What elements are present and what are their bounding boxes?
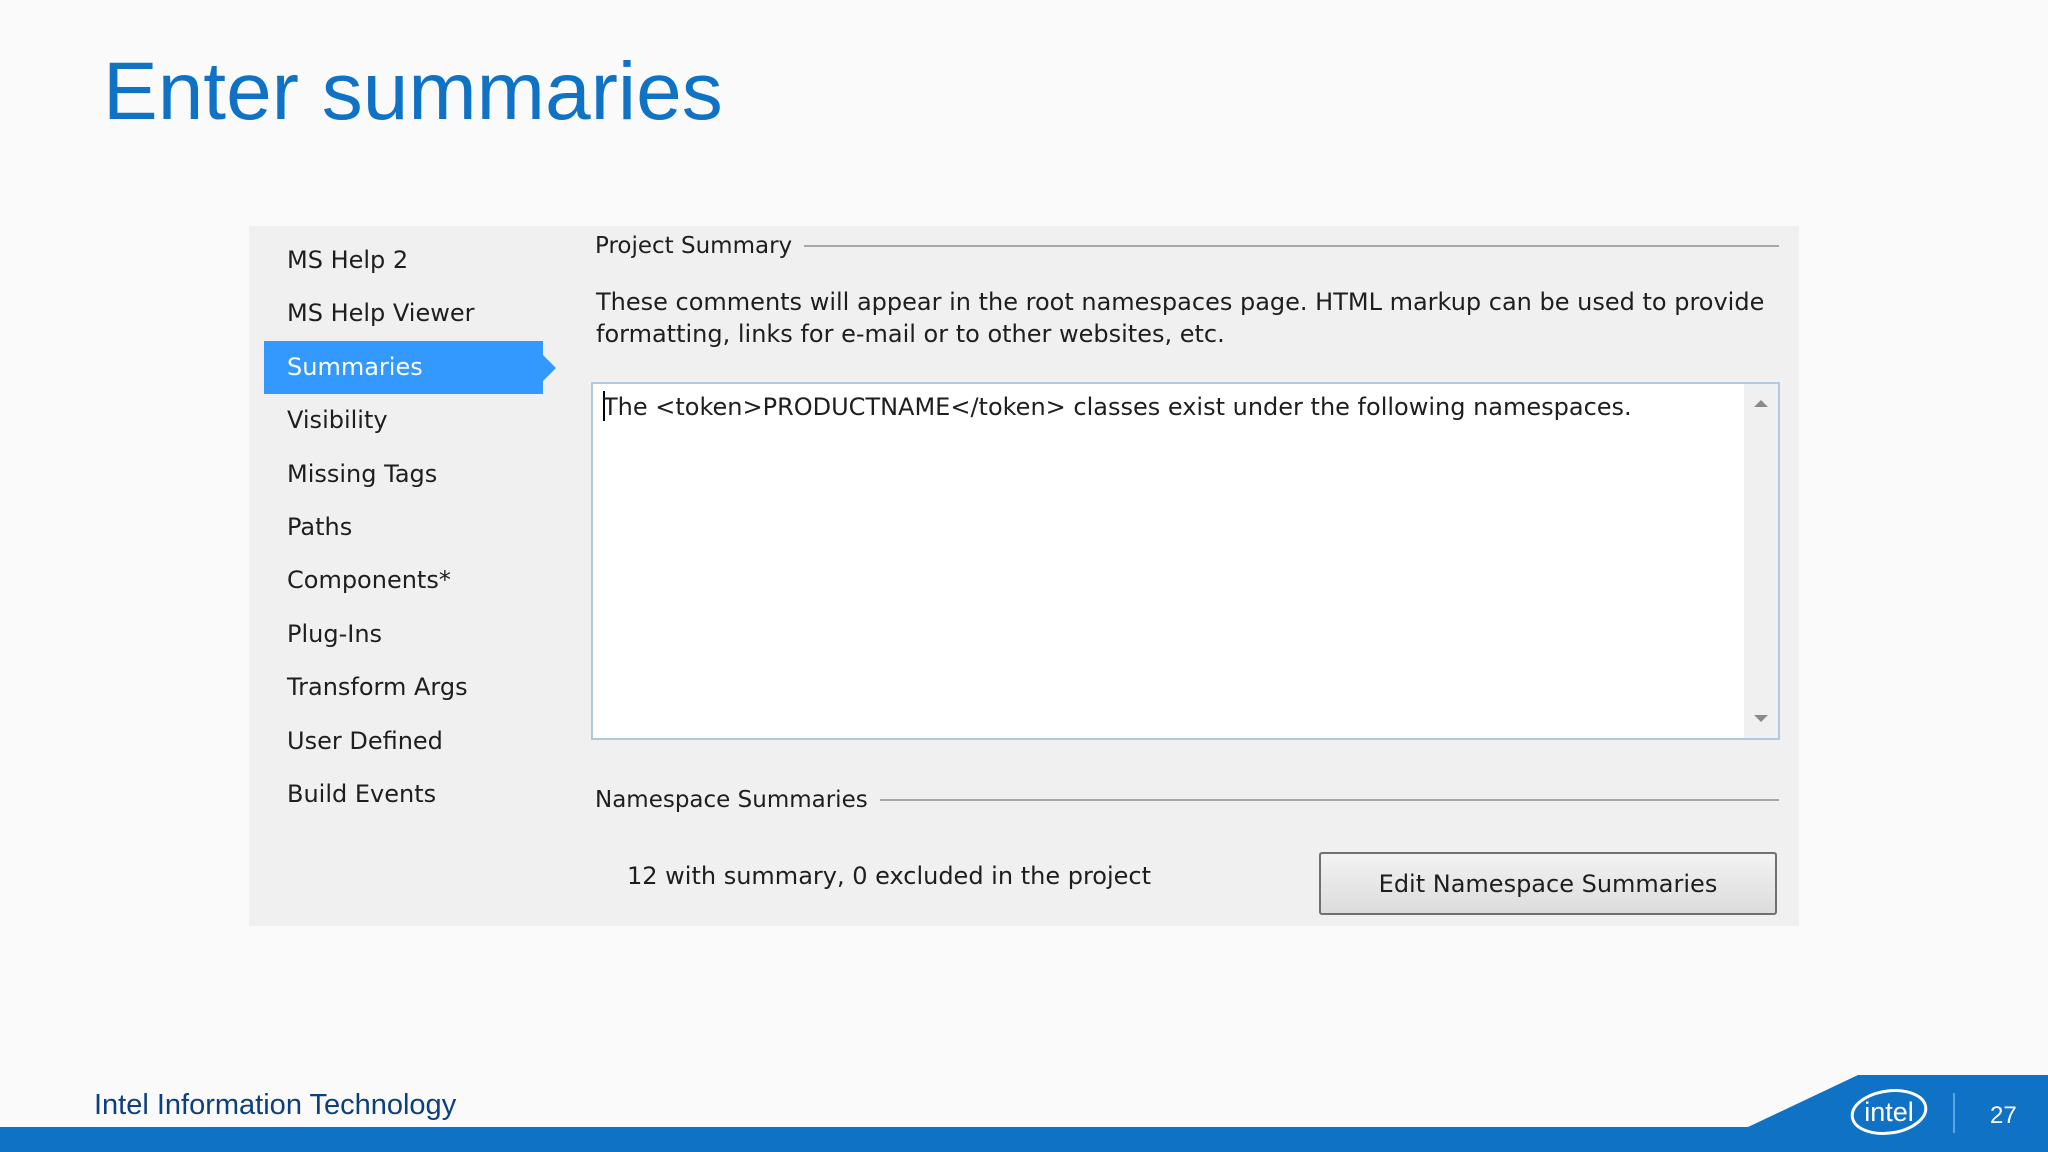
property-category-list: MS Help 2 MS Help Viewer Summaries Visib…: [264, 234, 556, 821]
svg-text:intel: intel: [1864, 1097, 1914, 1127]
nav-item-visibility[interactable]: Visibility: [264, 394, 554, 447]
page-number: 27: [1990, 1102, 2017, 1129]
footer-organization: Intel Information Technology: [94, 1089, 457, 1121]
description-line: These comments will appear in the root n…: [596, 288, 1765, 316]
nav-item-build-events[interactable]: Build Events: [264, 768, 554, 821]
nav-item-ms-help-viewer[interactable]: MS Help Viewer: [264, 287, 554, 340]
nav-item-paths[interactable]: Paths: [264, 501, 554, 554]
project-summary-label: Project Summary: [595, 233, 793, 259]
project-summary-text-content[interactable]: The <token>PRODUCTNAME</token> classes e…: [603, 388, 1738, 426]
group-divider: [879, 799, 1779, 801]
project-summary-group-header: Project Summary: [595, 226, 1779, 266]
slide-title: Enter summaries: [103, 46, 723, 137]
nav-item-transform-args[interactable]: Transform Args: [264, 661, 554, 714]
vertical-scrollbar[interactable]: [1744, 384, 1778, 738]
scroll-up-arrow-icon[interactable]: [1754, 400, 1768, 407]
namespace-summaries-group-header: Namespace Summaries: [595, 780, 1779, 820]
edit-namespace-summaries-button[interactable]: Edit Namespace Summaries: [1319, 852, 1777, 915]
group-divider: [804, 245, 1779, 247]
nav-item-ms-help-2[interactable]: MS Help 2: [264, 234, 554, 287]
nav-item-components[interactable]: Components*: [264, 554, 554, 607]
project-properties-panel: MS Help 2 MS Help Viewer Summaries Visib…: [249, 226, 1799, 926]
namespace-summary-count: 12 with summary, 0 excluded in the proje…: [627, 862, 1152, 890]
project-summary-textarea[interactable]: The <token>PRODUCTNAME</token> classes e…: [591, 382, 1780, 740]
project-summary-value: The <token>PRODUCTNAME</token> classes e…: [603, 393, 1632, 421]
nav-item-user-defined[interactable]: User Defined: [264, 715, 554, 768]
footer-divider: [1953, 1093, 1955, 1133]
namespace-summaries-label: Namespace Summaries: [595, 787, 868, 813]
description-line: formatting, links for e-mail or to other…: [596, 320, 1225, 348]
nav-item-summaries[interactable]: Summaries: [264, 340, 556, 395]
footer-band: [0, 1127, 2048, 1152]
project-summary-description: These comments will appear in the root n…: [596, 286, 1765, 350]
nav-item-missing-tags[interactable]: Missing Tags: [264, 448, 554, 501]
intel-logo-icon: intel: [1850, 1089, 1928, 1135]
scroll-down-arrow-icon[interactable]: [1754, 715, 1768, 722]
nav-item-plug-ins[interactable]: Plug-Ins: [264, 608, 554, 661]
